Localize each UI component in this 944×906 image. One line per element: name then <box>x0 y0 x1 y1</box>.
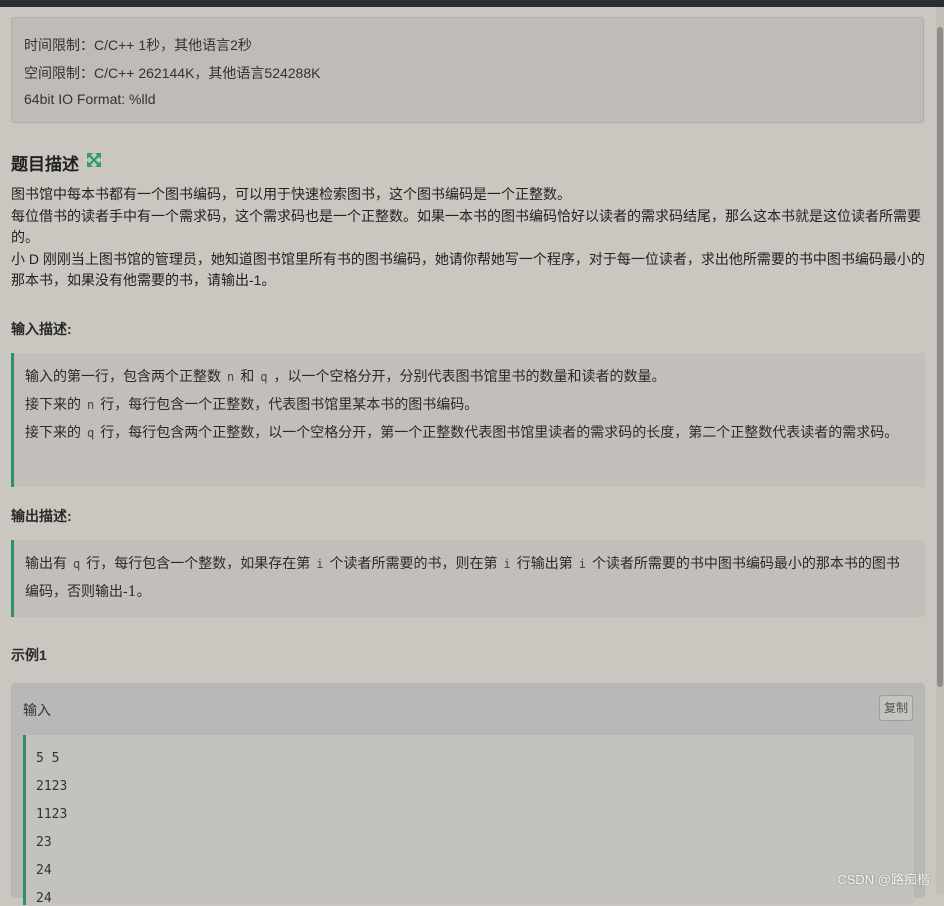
problem-description: 图书馆中每本书都有一个图书编码，可以用于快速检索图书，这个图书编码是一个正整数。… <box>11 184 926 292</box>
description-paragraph: 每位借书的读者手中有一个需求码，这个需求码也是一个正整数。如果一本书的图书编码恰… <box>11 207 921 246</box>
example-title: 示例1 <box>11 647 47 663</box>
copy-button[interactable]: 复制 <box>879 695 913 721</box>
space-limit: 空间限制：C/C++ 262144K，其他语言524288K <box>24 65 321 81</box>
var-i: i <box>503 557 511 571</box>
input-description: 输入的第一行，包含两个正整数 n 和 q ，以一个空格分开，分别代表图书馆里书的数量和读… <box>11 353 925 487</box>
code-line: 1123 <box>36 807 68 822</box>
input-line-2: 接下来的 n 行，每行包含一个正整数，代表图书馆里某本书的图书编码。 <box>25 397 479 413</box>
example-input-code[interactable]: 5 5 2123 1123 23 24 24 <box>23 735 914 906</box>
var-n: n <box>87 398 95 412</box>
expand-icon[interactable] <box>86 152 102 168</box>
scrollbar-thumb[interactable] <box>937 27 943 687</box>
code-line: 23 <box>36 835 52 850</box>
input-line-1: 输入的第一行，包含两个正整数 n 和 q ，以一个空格分开，分别代表图书馆里书的数量和读… <box>25 369 666 385</box>
example-input-panel: 输入 复制 5 5 2123 1123 23 24 24 <box>11 683 925 906</box>
scrollbar[interactable] <box>936 7 944 894</box>
code-line: 2123 <box>36 779 68 794</box>
io-format: 64bit IO Format: %lld <box>24 91 156 107</box>
var-q: q <box>260 370 268 384</box>
var-q: q <box>87 426 95 440</box>
code-line: 24 <box>36 891 52 906</box>
var-n: n <box>227 370 235 384</box>
output-description: 输出有 q 行，每行包含一个整数，如果存在第 i 个读者所需要的书，则在第 i 行输出第 i 个… <box>11 540 925 617</box>
var-i: i <box>316 557 324 571</box>
code-line: 5 5 <box>36 751 60 766</box>
input-description-title: 输入描述: <box>11 321 72 337</box>
var-i: i <box>578 557 586 571</box>
top-bar <box>0 0 944 7</box>
output-description-title: 输出描述: <box>11 508 72 524</box>
output-line: 输出有 q 行，每行包含一个整数，如果存在第 i 个读者所需要的书，则在第 i 行输出第 i 个… <box>25 556 900 600</box>
code-line: 24 <box>36 863 52 878</box>
watermark: CSDN @路痴楷 <box>837 872 930 887</box>
limits-panel: 时间限制：C/C++ 1秒，其他语言2秒 空间限制：C/C++ 262144K，… <box>11 17 924 123</box>
input-line-3: 接下来的 q 行，每行包含两个正整数，以一个空格分开，第一个正整数代表图书馆里读者的… <box>25 425 899 441</box>
description-paragraph: 小 D 刚刚当上图书馆的管理员，她知道图书馆里所有书的图书编码，她请你帮她写一个… <box>11 250 925 289</box>
description-paragraph: 图书馆中每本书都有一个图书编码，可以用于快速检索图书，这个图书编码是一个正整数。 <box>11 186 571 202</box>
problem-title: 题目描述 <box>11 155 79 174</box>
var-q: q <box>73 557 81 571</box>
time-limit: 时间限制：C/C++ 1秒，其他语言2秒 <box>24 37 252 53</box>
example-input-label: 输入 <box>23 702 51 718</box>
